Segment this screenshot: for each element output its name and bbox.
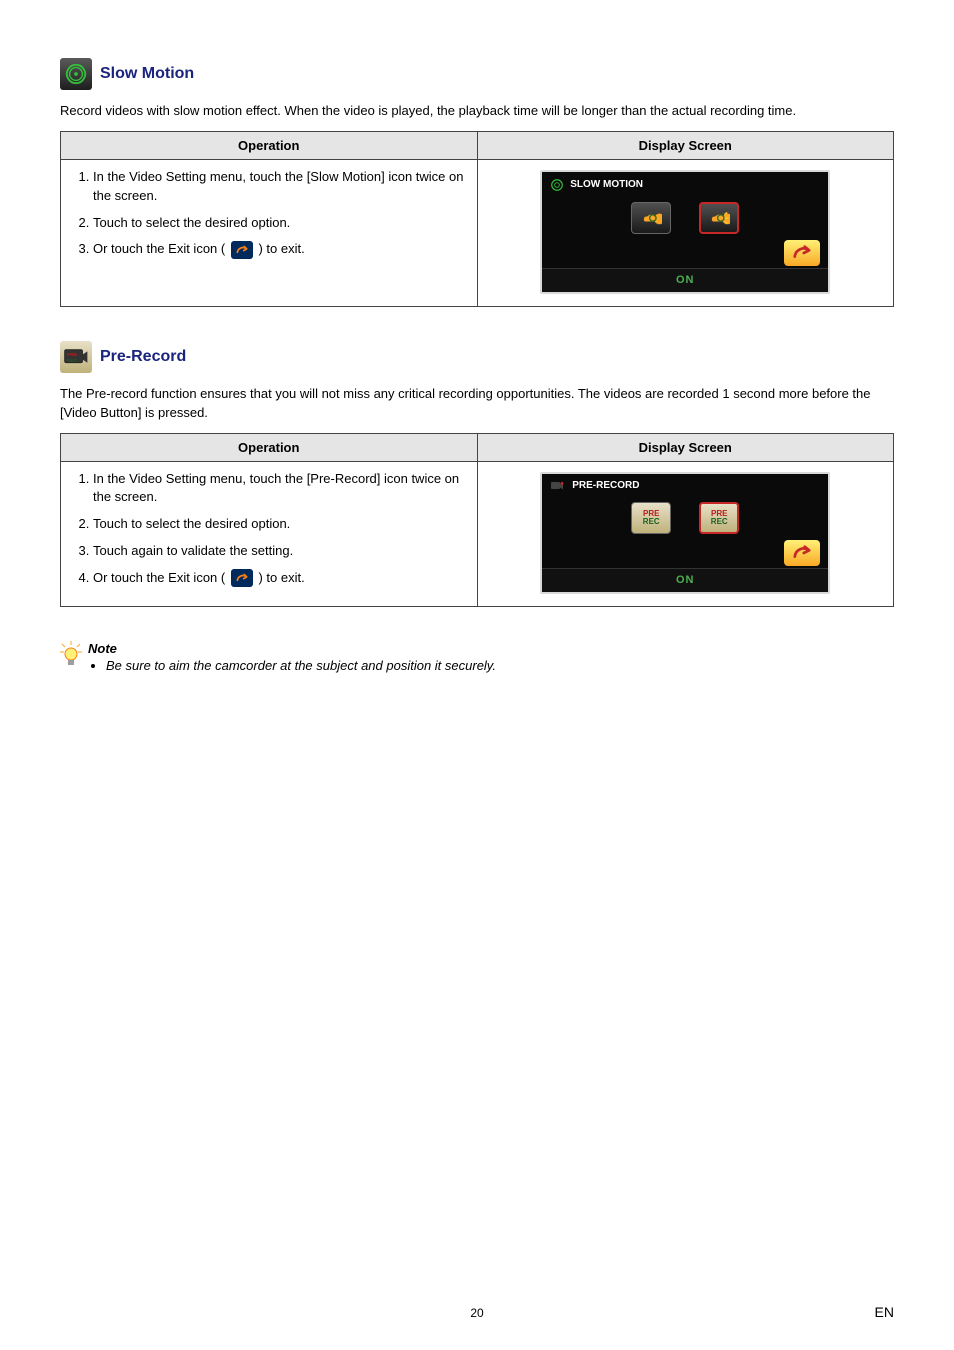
page-number: 20 xyxy=(470,1306,483,1320)
sm-step2: Touch to select the desired option. xyxy=(93,214,467,233)
section-title: Slow Motion xyxy=(100,65,194,83)
pre-record-intro: The Pre-record function ensures that you… xyxy=(60,385,894,423)
screen-exit-button[interactable] xyxy=(784,240,820,266)
screen-exit-button[interactable] xyxy=(784,540,820,566)
rec-label: REC xyxy=(711,518,728,526)
pr-step4-b: ) to exit. xyxy=(258,570,304,585)
pre-rec-header-icon: PRE REC xyxy=(60,341,92,373)
pre-record-screen: PRE-RECORD PRE REC PRE REC xyxy=(540,472,830,594)
slow-motion-icon xyxy=(60,58,92,90)
sm-option-on[interactable] xyxy=(699,202,739,234)
pre-record-header: PRE REC Pre-Record xyxy=(60,341,894,373)
pre-record-table: Operation Display Screen In the Video Se… xyxy=(60,433,894,607)
pre-record-steps: In the Video Setting menu, touch the [Pr… xyxy=(61,461,478,606)
swirl-small-icon xyxy=(550,178,564,192)
screen-title-text: PRE-RECORD xyxy=(572,480,639,491)
pre-record-screen-cell: PRE-RECORD PRE REC PRE REC xyxy=(477,461,894,606)
camcorder-small-icon xyxy=(550,480,566,492)
note-title: Note xyxy=(88,641,117,656)
pr-step3: Touch again to validate the setting. xyxy=(93,542,467,561)
screen-status: ON xyxy=(542,568,828,592)
pr-step4: Or touch the Exit icon ( ) to exit. xyxy=(93,569,467,588)
sm-option-off[interactable] xyxy=(631,202,671,234)
pr-step2: Touch to select the desired option. xyxy=(93,515,467,534)
lightbulb-icon xyxy=(60,641,82,669)
slow-motion-header: Slow Motion xyxy=(60,58,894,90)
ds-header: Display Screen xyxy=(477,433,894,461)
screen-title-bar: PRE-RECORD xyxy=(542,474,828,496)
screen-status: ON xyxy=(542,268,828,292)
note-block: Note Be sure to aim the camcorder at the… xyxy=(60,641,894,673)
note-body: Note Be sure to aim the camcorder at the… xyxy=(88,641,496,673)
screen-option-row xyxy=(542,196,828,238)
pr-option-off[interactable]: PRE REC xyxy=(631,502,671,534)
pr-option-on[interactable]: PRE REC xyxy=(699,502,739,534)
slow-motion-intro: Record videos with slow motion effect. W… xyxy=(60,102,894,121)
ds-header: Display Screen xyxy=(477,131,894,159)
screen-title-bar: SLOW MOTION xyxy=(542,172,828,196)
sm-step3-b: ) to exit. xyxy=(258,241,304,256)
screen-exit-row xyxy=(542,238,828,268)
svg-text:REC: REC xyxy=(67,358,78,364)
pr-step4-a: Or touch the Exit icon ( xyxy=(93,570,225,585)
op-header: Operation xyxy=(61,131,478,159)
sm-step3-a: Or touch the Exit icon ( xyxy=(93,241,225,256)
exit-icon xyxy=(231,241,253,259)
lang-label: EN xyxy=(875,1304,894,1320)
slow-motion-screen: SLOW MOTION xyxy=(540,170,830,294)
note-item: Be sure to aim the camcorder at the subj… xyxy=(106,658,496,673)
sm-step3: Or touch the Exit icon ( ) to exit. xyxy=(93,240,467,259)
section-title: Pre-Record xyxy=(100,348,186,366)
screen-title-text: SLOW MOTION xyxy=(570,179,643,190)
snail-swirl-icon xyxy=(65,63,87,85)
pr-step1: In the Video Setting menu, touch the [Pr… xyxy=(93,470,467,508)
screen-option-row: PRE REC PRE REC xyxy=(542,496,828,538)
slow-motion-table: Operation Display Screen In the Video Se… xyxy=(60,131,894,307)
exit-icon xyxy=(231,569,253,587)
page-footer: 20 EN xyxy=(0,1306,954,1320)
svg-text:PRE: PRE xyxy=(67,352,78,358)
rec-label: REC xyxy=(643,518,660,526)
sm-step1: In the Video Setting menu, touch the [Sl… xyxy=(93,168,467,206)
slow-motion-screen-cell: SLOW MOTION xyxy=(477,159,894,306)
slow-motion-steps: In the Video Setting menu, touch the [Sl… xyxy=(61,159,478,306)
op-header: Operation xyxy=(61,433,478,461)
screen-exit-row xyxy=(542,538,828,568)
